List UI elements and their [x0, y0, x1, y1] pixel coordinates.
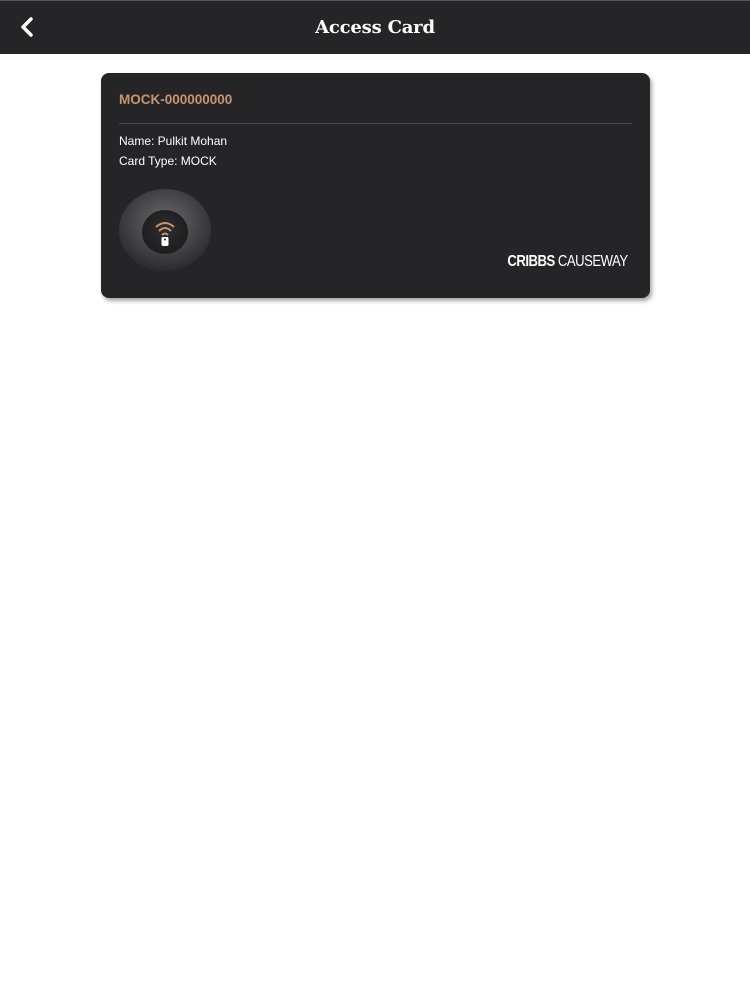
brand-logo: CRIBBS CAUSEWAY [507, 253, 629, 271]
access-card: MOCK-000000000 Name: Pulkit Mohan Card T… [101, 73, 650, 298]
top-bar: Access Card [0, 0, 750, 54]
page-title: Access Card [315, 17, 435, 38]
brand-logo-light: CAUSEWAY [555, 253, 628, 270]
nfc-tap-icon [119, 189, 211, 271]
brand-logo-bold: CRIBBS [507, 253, 556, 270]
card-divider [119, 123, 632, 124]
card-holder-name: Name: Pulkit Mohan [119, 134, 228, 148]
card-number: MOCK-000000000 [119, 92, 233, 107]
card-type: Card Type: MOCK [119, 154, 217, 168]
